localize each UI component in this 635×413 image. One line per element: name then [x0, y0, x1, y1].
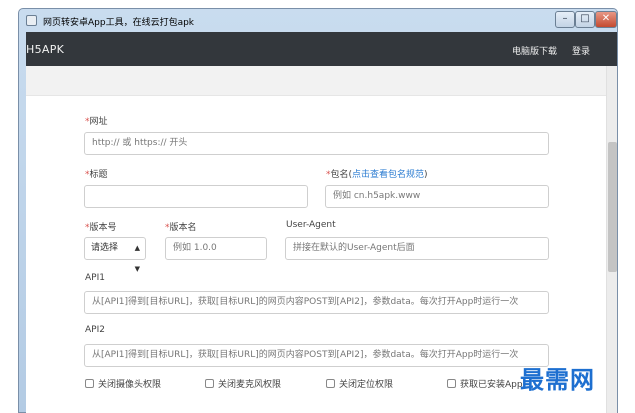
- version-name-input[interactable]: 例如 1.0.0: [165, 237, 267, 260]
- vertical-scrollbar[interactable]: [606, 66, 617, 413]
- api1-label: API1: [85, 273, 105, 283]
- brand-logo[interactable]: H5APK: [26, 43, 64, 56]
- scrollbar-thumb[interactable]: [608, 142, 617, 272]
- version-name-placeholder: 例如 1.0.0: [173, 243, 217, 253]
- checkbox-box[interactable]: [447, 379, 456, 388]
- app-window-icon: [26, 15, 37, 26]
- select-updown-arrow-icon: ▲ ▼: [134, 244, 140, 273]
- url-label: *网址: [85, 114, 108, 127]
- package-label-text: 包名(: [330, 170, 353, 180]
- package-input-placeholder: 例如 cn.h5apk.www: [333, 191, 421, 201]
- checkbox-camera-permission[interactable]: 关闭摄像头权限: [85, 377, 161, 391]
- checkbox-label: 关闭麦克风权限: [218, 380, 282, 390]
- nav-login-link[interactable]: 登录: [572, 44, 590, 57]
- checkbox-label: 关闭定位权限: [339, 380, 394, 390]
- package-label-suffix: ): [424, 170, 428, 180]
- api2-input[interactable]: 从[API1]得到[目标URL]，获取[目标URL]的网页内容POST到[API…: [84, 344, 549, 367]
- api1-input[interactable]: 从[API1]得到[目标URL]，获取[目标URL]的网页内容POST到[API…: [84, 291, 549, 314]
- checkbox-installed-apps[interactable]: 获取已安装App: [447, 377, 523, 391]
- url-label-text: 网址: [89, 117, 108, 127]
- version-code-label-text: 版本号: [89, 223, 117, 233]
- api2-placeholder: 从[API1]得到[目标URL]，获取[目标URL]的网页内容POST到[API…: [92, 350, 519, 360]
- minimize-button[interactable]: –: [555, 11, 575, 28]
- checkbox-label: 获取已安装App: [460, 380, 523, 390]
- window-titlebar[interactable]: 网页转安卓App工具，在线云打包apk – □ ✕: [19, 9, 617, 33]
- title-input[interactable]: [84, 185, 308, 208]
- user-agent-label: User-Agent: [286, 220, 336, 230]
- url-input-placeholder: http:// 或 https:// 开头: [92, 138, 188, 148]
- user-agent-placeholder: 拼接在默认的User-Agent后面: [293, 243, 415, 253]
- window-title: 网页转安卓App工具，在线云打包apk: [43, 18, 195, 28]
- version-name-label: *版本名: [165, 220, 197, 233]
- checkbox-label: 关闭摄像头权限: [98, 380, 162, 390]
- url-input[interactable]: http:// 或 https:// 开头: [84, 132, 549, 155]
- title-label-text: 标题: [89, 170, 108, 180]
- checkbox-box[interactable]: [205, 379, 214, 388]
- version-code-selected: 请选择: [91, 243, 119, 253]
- top-navbar: H5APK 电脑版下载 登录: [26, 32, 617, 66]
- checkbox-box[interactable]: [85, 379, 94, 388]
- api1-placeholder: 从[API1]得到[目标URL]，获取[目标URL]的网页内容POST到[API…: [92, 297, 519, 307]
- checkbox-location-permission[interactable]: 关闭定位权限: [326, 377, 393, 391]
- close-button[interactable]: ✕: [595, 11, 617, 28]
- version-code-label: *版本号: [85, 220, 117, 233]
- user-agent-input[interactable]: 拼接在默认的User-Agent后面: [285, 237, 549, 260]
- watermark-text: 最需网: [520, 365, 595, 394]
- maximize-button[interactable]: □: [575, 11, 595, 28]
- version-code-select[interactable]: 请选择 ▲ ▼: [84, 237, 146, 273]
- version-name-label-text: 版本名: [169, 223, 197, 233]
- checkbox-microphone-permission[interactable]: 关闭麦克风权限: [205, 377, 281, 391]
- browser-client-area: H5APK 电脑版下载 登录 *网址 http:// 或 https:// 开头…: [26, 32, 617, 413]
- package-input[interactable]: 例如 cn.h5apk.www: [325, 185, 549, 208]
- title-label: *标题: [85, 167, 108, 180]
- checkbox-box[interactable]: [326, 379, 335, 388]
- header-strip: [26, 66, 606, 96]
- package-rules-link[interactable]: 点击查看包名规范: [352, 170, 424, 180]
- api2-label: API2: [85, 325, 105, 335]
- nav-desktop-download-link[interactable]: 电脑版下载: [512, 44, 557, 57]
- package-label: *包名(点击查看包名规范): [326, 167, 428, 180]
